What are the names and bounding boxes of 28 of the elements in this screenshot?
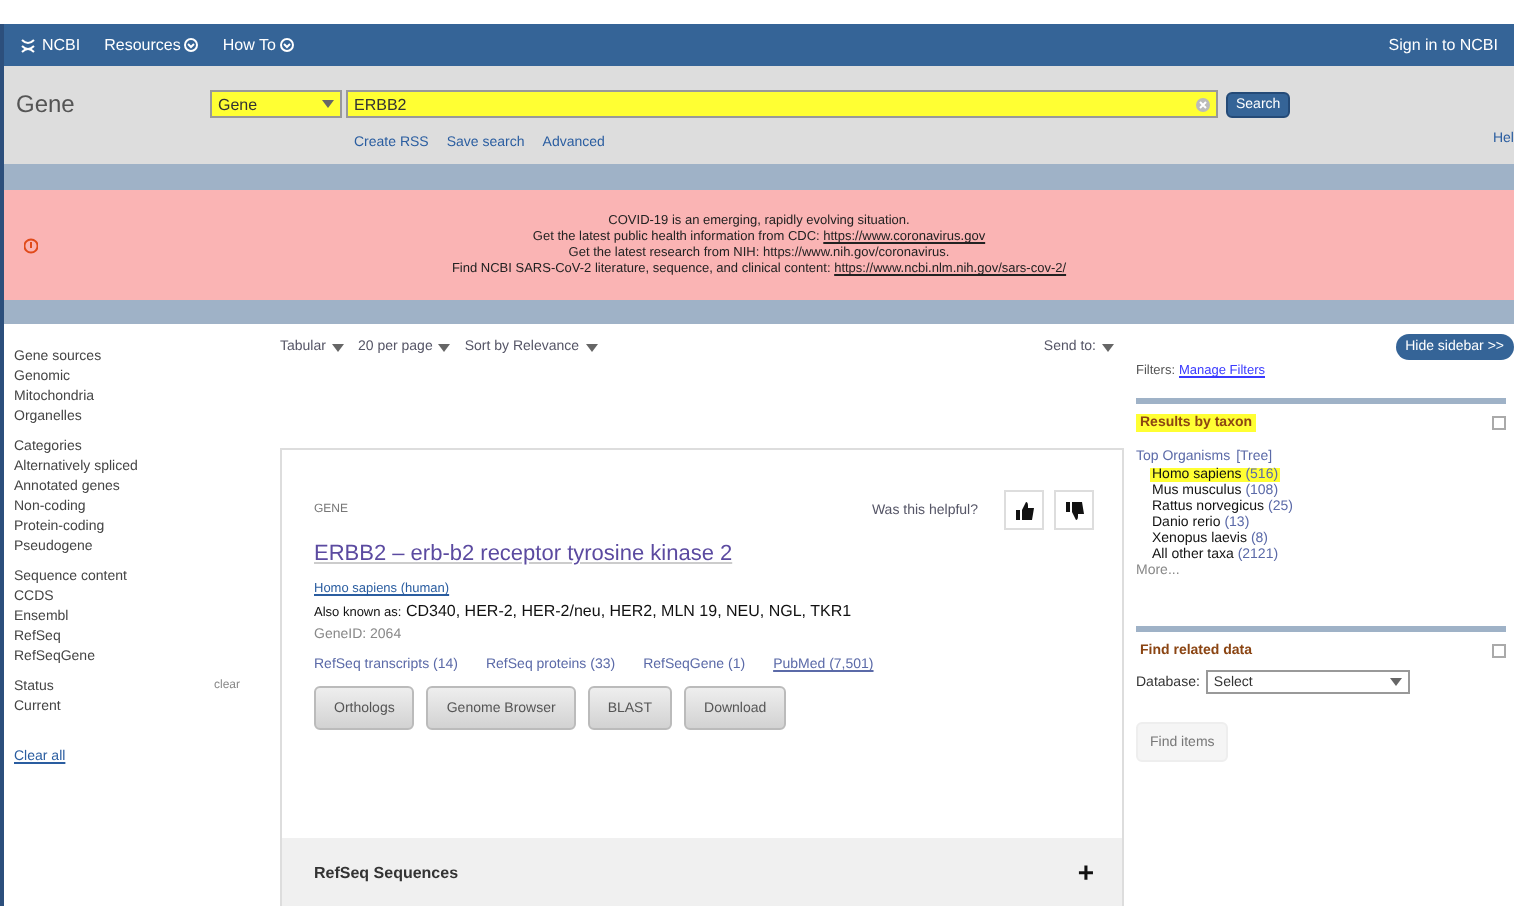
nav-menu[interactable]: Resources xyxy=(104,36,199,54)
chevron-icon xyxy=(279,38,294,52)
thumbs-up-icon xyxy=(1015,501,1033,519)
section-title: RefSeq Sequences xyxy=(314,863,459,881)
thumbs-down-icon xyxy=(1065,501,1083,519)
clear-icon[interactable] xyxy=(1196,97,1210,111)
database-title: Gene xyxy=(16,90,77,118)
search-field[interactable]: ERBB2 xyxy=(346,90,1218,118)
collapse-icon[interactable] xyxy=(1492,644,1506,658)
ncbi-logo[interactable]: NCBI xyxy=(20,36,81,54)
caret-icon xyxy=(331,343,344,351)
thumbs-up-button[interactable] xyxy=(1004,490,1044,530)
caret-icon xyxy=(322,100,334,108)
helix-icon xyxy=(20,37,36,53)
expand-toggle[interactable]: + xyxy=(1077,856,1094,888)
thumbs-down-button[interactable] xyxy=(1054,490,1094,530)
nav-menu[interactable]: How To xyxy=(222,36,294,54)
caret-icon xyxy=(438,343,451,351)
collapse-icon[interactable] xyxy=(1492,416,1506,430)
warning-icon xyxy=(24,238,38,254)
caret-icon xyxy=(585,343,598,351)
gene-title-link[interactable]: ERBB2 – erb-b2 receptor tyrosine kinase 2 xyxy=(314,542,1094,566)
caret-icon xyxy=(1102,343,1114,351)
database-dropdown[interactable]: Gene xyxy=(210,90,342,118)
section-header[interactable]: RefSeq Sequences + xyxy=(282,838,1122,906)
chevron-icon xyxy=(184,38,199,52)
caret-icon xyxy=(1389,678,1402,686)
sign-in-link[interactable]: Sign in to NCBI xyxy=(1388,36,1498,54)
